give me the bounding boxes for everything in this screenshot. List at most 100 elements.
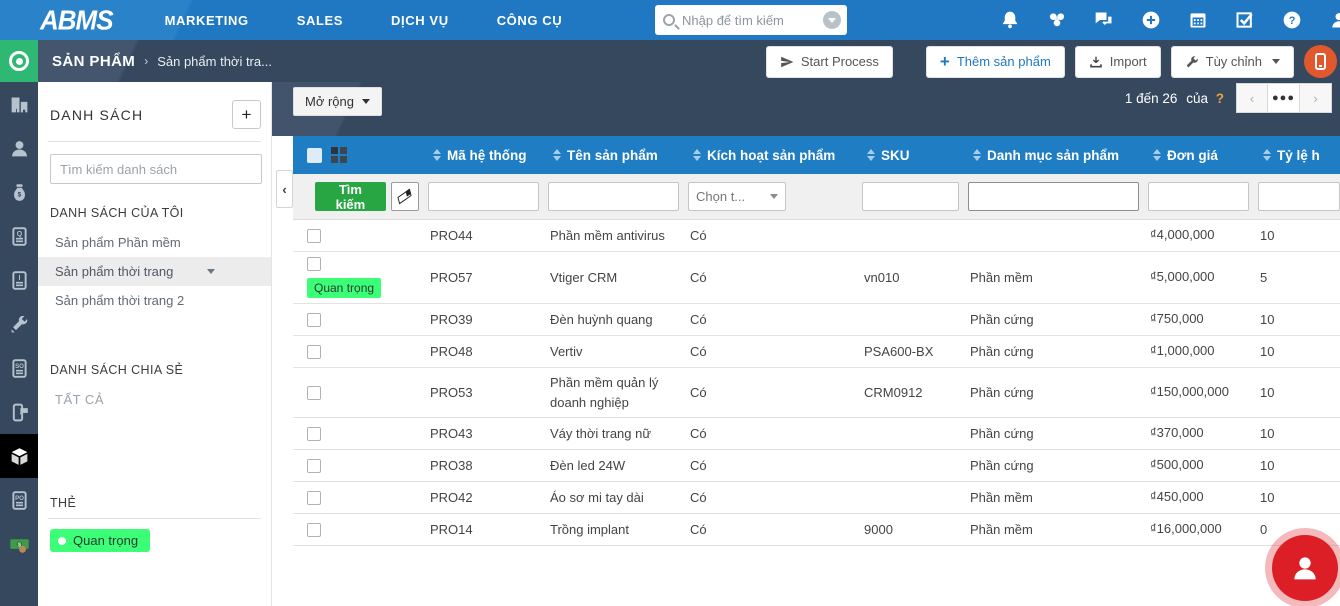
- prev-page-button[interactable]: ‹: [1236, 83, 1268, 113]
- table-row[interactable]: PRO14 Trồng implant Có 9000 Phần mềm ₫16…: [293, 514, 1340, 546]
- calendar-icon[interactable]: [1188, 10, 1208, 30]
- apps-icon[interactable]: [1047, 10, 1067, 30]
- column-header-active[interactable]: Kích hoạt sản phẩm: [688, 136, 862, 174]
- select-all-checkbox[interactable]: [307, 147, 322, 163]
- row-checkbox[interactable]: [307, 522, 321, 537]
- sidebar-item-quotes[interactable]: Q: [0, 214, 38, 258]
- cell-name: Phần mềm quản lý doanh nghiệp: [550, 375, 659, 410]
- sidebar-item-contacts[interactable]: [0, 126, 38, 170]
- cell-code: PRO57: [430, 270, 473, 285]
- table-row[interactable]: Quan trọng PRO57 Vtiger CRM Có vn010 Phầ…: [293, 252, 1340, 304]
- list-item-all[interactable]: TẤT CẢ: [38, 385, 271, 414]
- table-search-button[interactable]: Tìm kiếm: [315, 182, 386, 212]
- filter-active-select[interactable]: Chọn t...: [688, 182, 786, 211]
- column-header-sku[interactable]: SKU: [862, 136, 968, 174]
- sidebar-item-deals[interactable]: $: [0, 170, 38, 214]
- chat-icon[interactable]: [1094, 10, 1114, 30]
- row-checkbox[interactable]: [307, 312, 321, 327]
- filter-code-input[interactable]: [428, 182, 539, 211]
- column-header-category[interactable]: Danh mục sản phẩm: [968, 136, 1148, 174]
- filter-sku-input[interactable]: [862, 182, 959, 211]
- collapse-sidebar-button[interactable]: ‹: [276, 170, 293, 208]
- add-list-button[interactable]: +: [232, 100, 261, 129]
- bell-icon[interactable]: [1000, 10, 1020, 30]
- menu-services[interactable]: DỊCH VỤ: [391, 13, 449, 28]
- pagination-total-hint[interactable]: ?: [1216, 91, 1224, 106]
- sidebar-item-organizations[interactable]: [0, 82, 38, 126]
- start-process-button[interactable]: Start Process: [765, 45, 893, 78]
- sort-icon[interactable]: [867, 149, 875, 161]
- breadcrumb-leaf[interactable]: Sản phẩm thời tra...: [157, 54, 272, 69]
- more-pages-button[interactable]: ●●●: [1268, 83, 1300, 113]
- sidebar-item-services[interactable]: [0, 302, 38, 346]
- list-item-fashion-products[interactable]: Sản phẩm thời trang: [38, 257, 271, 286]
- app-logo[interactable]: ABMS: [40, 4, 114, 37]
- sort-icon[interactable]: [553, 149, 561, 161]
- table-row[interactable]: PRO48 Vertiv Có PSA600-BX Phần cứng ₫1,0…: [293, 336, 1340, 368]
- row-checkbox[interactable]: [307, 228, 321, 243]
- filter-price-input[interactable]: [1148, 182, 1249, 211]
- list-item-fashion-products-2[interactable]: Sản phẩm thời trang 2: [38, 286, 271, 315]
- table-row[interactable]: PRO43 Váy thời trang nữ Có Phần cứng ₫37…: [293, 418, 1340, 450]
- column-header-name[interactable]: Tên sản phẩm: [548, 136, 688, 174]
- module-square[interactable]: [0, 40, 38, 82]
- sidebar-item-payments[interactable]: $: [0, 522, 38, 566]
- sidebar-item-sales-orders[interactable]: SO: [0, 346, 38, 390]
- menu-sales[interactable]: SALES: [297, 13, 343, 28]
- plus-circle-icon[interactable]: [1141, 10, 1161, 30]
- call-widget-button[interactable]: [1304, 45, 1337, 78]
- phone-message-icon: [12, 403, 28, 421]
- table-row[interactable]: PRO38 Đèn led 24W Có Phần cứng ₫500,000 …: [293, 450, 1340, 482]
- support-widget-button[interactable]: [1272, 535, 1338, 601]
- filter-rate-input[interactable]: [1258, 182, 1340, 211]
- sidebar-item-products[interactable]: [0, 434, 38, 478]
- sort-icon[interactable]: [1263, 149, 1271, 161]
- global-search-input[interactable]: [682, 12, 823, 28]
- row-checkbox[interactable]: [307, 257, 321, 271]
- row-checkbox[interactable]: [307, 490, 321, 505]
- next-page-button[interactable]: ›: [1300, 83, 1332, 113]
- breadcrumb-module[interactable]: SẢN PHẨM: [52, 53, 135, 70]
- tasks-icon[interactable]: [1235, 10, 1255, 30]
- sidebar-item-sms[interactable]: [0, 390, 38, 434]
- row-checkbox[interactable]: [307, 344, 321, 359]
- cell-category: Phần cứng: [970, 344, 1034, 359]
- table-row[interactable]: PRO42 Áo sơ mi tay dài Có Phần mềm ₫450,…: [293, 482, 1340, 514]
- user-icon[interactable]: [1329, 10, 1340, 30]
- sort-icon[interactable]: [973, 149, 981, 161]
- table-row[interactable]: PRO39 Đèn huỳnh quang Có Phần cứng ₫750,…: [293, 304, 1340, 336]
- sort-icon[interactable]: [1153, 149, 1161, 161]
- table-row[interactable]: PRO53 Phần mềm quản lý doanh nghiệp Có C…: [293, 368, 1340, 418]
- list-search-input[interactable]: [50, 154, 262, 184]
- grid-view-icon[interactable]: [331, 147, 347, 163]
- sort-icon[interactable]: [433, 149, 441, 161]
- column-header-price[interactable]: Đơn giá: [1148, 136, 1258, 174]
- tag-important[interactable]: Quan trọng: [50, 529, 151, 552]
- purchase-order-document-icon: PO: [11, 490, 27, 510]
- filter-name-input[interactable]: [548, 182, 679, 211]
- top-navigation-bar: ABMS MARKETING SALES DỊCH VỤ CÔNG CỤ ?: [0, 0, 1340, 40]
- table-row[interactable]: PRO44 Phần mềm antivirus Có ₫4,000,000 1…: [293, 220, 1340, 252]
- add-product-button[interactable]: + Thêm sản phẩm: [925, 45, 1065, 78]
- sort-icon[interactable]: [693, 149, 701, 161]
- column-header-rate[interactable]: Tỷ lệ h: [1258, 136, 1340, 174]
- sidebar-item-invoices[interactable]: I: [0, 258, 38, 302]
- expand-button[interactable]: Mở rộng: [293, 87, 382, 116]
- menu-marketing[interactable]: MARKETING: [165, 13, 249, 28]
- list-item-software-products[interactable]: Sản phẩm Phần mềm: [38, 228, 271, 257]
- customize-button[interactable]: Tùy chỉnh: [1170, 45, 1294, 78]
- chevron-down-icon[interactable]: [207, 269, 215, 274]
- menu-tools[interactable]: CÔNG CỤ: [497, 13, 563, 28]
- import-button[interactable]: Import: [1074, 45, 1161, 78]
- cell-price: ₫500,000: [1150, 457, 1204, 473]
- sidebar-item-purchase-orders[interactable]: PO: [0, 478, 38, 522]
- filter-category-input[interactable]: [968, 182, 1139, 211]
- row-checkbox[interactable]: [307, 458, 321, 473]
- start-process-label: Start Process: [800, 54, 879, 69]
- row-checkbox[interactable]: [307, 426, 321, 441]
- column-header-code[interactable]: Mã hệ thống: [428, 136, 548, 174]
- clear-filters-button[interactable]: [390, 182, 419, 211]
- help-icon[interactable]: ?: [1282, 10, 1302, 30]
- search-advanced-toggle-icon[interactable]: [823, 11, 841, 29]
- row-checkbox[interactable]: [307, 385, 321, 400]
